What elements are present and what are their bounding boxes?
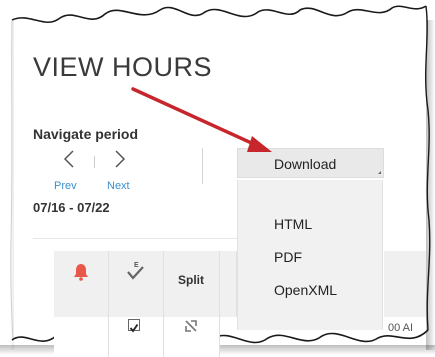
annotation-arrow [131,87,272,152]
screenshot-frame: VIEW HOURS Navigate period Prev Next 07/… [0,0,435,357]
